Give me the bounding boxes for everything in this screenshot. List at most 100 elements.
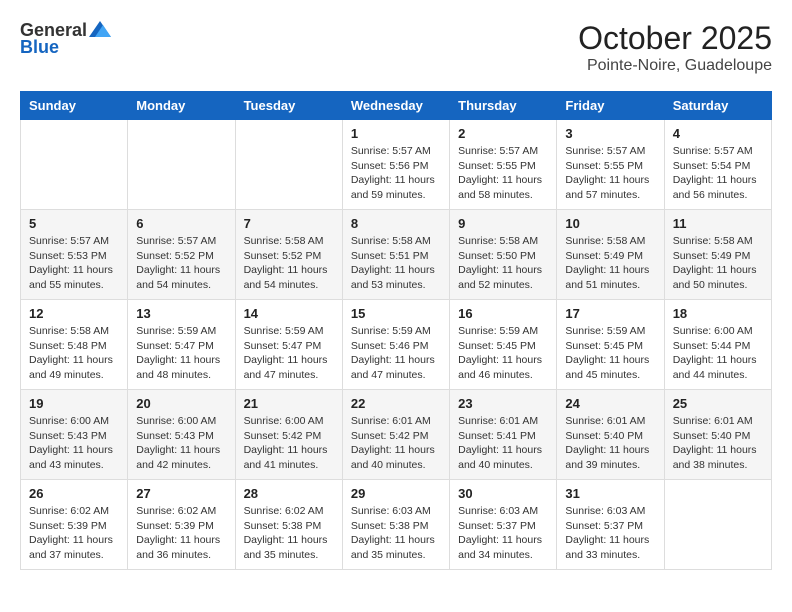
day-info: Sunrise: 6:00 AMSunset: 5:43 PMDaylight:…	[136, 414, 226, 473]
day-number: 7	[244, 216, 334, 231]
col-saturday: Saturday	[664, 92, 771, 120]
day-info: Sunrise: 5:58 AMSunset: 5:48 PMDaylight:…	[29, 324, 119, 383]
day-info: Sunrise: 6:02 AMSunset: 5:39 PMDaylight:…	[29, 504, 119, 563]
table-row: 24Sunrise: 6:01 AMSunset: 5:40 PMDayligh…	[557, 390, 664, 480]
day-info: Sunrise: 5:57 AMSunset: 5:56 PMDaylight:…	[351, 144, 441, 203]
logo: General Blue	[20, 20, 111, 58]
month-title: October 2025	[578, 20, 772, 57]
table-row: 16 Sunrise: 5:59 AMSunset: 5:45 PMDayligh…	[450, 300, 557, 390]
day-info: Sunrise: 5:59 AMSunset: 5:45 PMDaylight:…	[458, 324, 548, 383]
day-info: Sunrise: 6:00 AMSunset: 5:42 PMDaylight:…	[244, 414, 334, 473]
table-row: 3Sunrise: 5:57 AMSunset: 5:55 PMDaylight…	[557, 120, 664, 210]
logo-icon	[89, 19, 111, 39]
day-number: 23	[458, 396, 548, 411]
logo-blue-text: Blue	[20, 37, 59, 58]
day-number: 2	[458, 126, 548, 141]
table-row	[664, 480, 771, 570]
table-row: 5 Sunrise: 5:57 AMSunset: 5:53 PMDaylight…	[21, 210, 128, 300]
table-row: 23 Sunrise: 6:01 AMSunset: 5:41 PMDayligh…	[450, 390, 557, 480]
table-row: 19 Sunrise: 6:00 AMSunset: 5:43 PMDayligh…	[21, 390, 128, 480]
page-header: General Blue October 2025 Pointe-Noire, …	[20, 20, 772, 75]
day-info: Sunrise: 5:58 AMSunset: 5:49 PMDaylight:…	[565, 234, 655, 293]
day-number: 15	[351, 306, 441, 321]
table-row	[235, 120, 342, 210]
day-info: Sunrise: 5:57 AMSunset: 5:52 PMDaylight:…	[136, 234, 226, 293]
day-number: 30	[458, 486, 548, 501]
day-info: Sunrise: 5:58 AMSunset: 5:49 PMDaylight:…	[673, 234, 763, 293]
day-number: 3	[565, 126, 655, 141]
day-info: Sunrise: 5:57 AMSunset: 5:54 PMDaylight:…	[673, 144, 763, 203]
day-info: Sunrise: 6:00 AMSunset: 5:43 PMDaylight:…	[29, 414, 119, 473]
table-row: 20 Sunrise: 6:00 AMSunset: 5:43 PMDayligh…	[128, 390, 235, 480]
day-info: Sunrise: 6:01 AMSunset: 5:41 PMDaylight:…	[458, 414, 548, 473]
day-number: 4	[673, 126, 763, 141]
day-number: 6	[136, 216, 226, 231]
day-info: Sunrise: 6:01 AMSunset: 5:40 PMDaylight:…	[565, 414, 655, 473]
table-row: 18 Sunrise: 6:00 AMSunset: 5:44 PMDayligh…	[664, 300, 771, 390]
day-number: 16	[458, 306, 548, 321]
table-row: 4 Sunrise: 5:57 AMSunset: 5:54 PMDaylight…	[664, 120, 771, 210]
day-number: 13	[136, 306, 226, 321]
table-row: 15Sunrise: 5:59 AMSunset: 5:46 PMDayligh…	[342, 300, 449, 390]
day-number: 29	[351, 486, 441, 501]
table-row: 6 Sunrise: 5:57 AMSunset: 5:52 PMDaylight…	[128, 210, 235, 300]
calendar-week-row: 5 Sunrise: 5:57 AMSunset: 5:53 PMDaylight…	[21, 210, 772, 300]
day-number: 12	[29, 306, 119, 321]
table-row: 14 Sunrise: 5:59 AMSunset: 5:47 PMDayligh…	[235, 300, 342, 390]
table-row: 25Sunrise: 6:01 AMSunset: 5:40 PMDayligh…	[664, 390, 771, 480]
day-info: Sunrise: 6:02 AMSunset: 5:39 PMDaylight:…	[136, 504, 226, 563]
day-number: 22	[351, 396, 441, 411]
table-row: 31 Sunrise: 6:03 AMSunset: 5:37 PMDayligh…	[557, 480, 664, 570]
table-row: 17Sunrise: 5:59 AMSunset: 5:45 PMDayligh…	[557, 300, 664, 390]
table-row: 12 Sunrise: 5:58 AMSunset: 5:48 PMDayligh…	[21, 300, 128, 390]
day-number: 17	[565, 306, 655, 321]
table-row: 1 Sunrise: 5:57 AMSunset: 5:56 PMDaylight…	[342, 120, 449, 210]
calendar-week-row: 12 Sunrise: 5:58 AMSunset: 5:48 PMDayligh…	[21, 300, 772, 390]
table-row: 26 Sunrise: 6:02 AMSunset: 5:39 PMDayligh…	[21, 480, 128, 570]
col-wednesday: Wednesday	[342, 92, 449, 120]
day-number: 1	[351, 126, 441, 141]
calendar-header-row: Sunday Monday Tuesday Wednesday Thursday…	[21, 92, 772, 120]
day-number: 27	[136, 486, 226, 501]
day-number: 20	[136, 396, 226, 411]
day-number: 5	[29, 216, 119, 231]
table-row: 2 Sunrise: 5:57 AMSunset: 5:55 PMDaylight…	[450, 120, 557, 210]
day-info: Sunrise: 5:57 AMSunset: 5:55 PMDaylight:…	[458, 144, 548, 203]
table-row: 8 Sunrise: 5:58 AMSunset: 5:51 PMDaylight…	[342, 210, 449, 300]
table-row: 29 Sunrise: 6:03 AMSunset: 5:38 PMDayligh…	[342, 480, 449, 570]
table-row: 9 Sunrise: 5:58 AMSunset: 5:50 PMDaylight…	[450, 210, 557, 300]
col-sunday: Sunday	[21, 92, 128, 120]
table-row: 11 Sunrise: 5:58 AMSunset: 5:49 PMDayligh…	[664, 210, 771, 300]
day-info: Sunrise: 6:03 AMSunset: 5:37 PMDaylight:…	[565, 504, 655, 563]
table-row	[128, 120, 235, 210]
day-number: 25	[673, 396, 763, 411]
col-tuesday: Tuesday	[235, 92, 342, 120]
day-info: Sunrise: 6:01 AMSunset: 5:42 PMDaylight:…	[351, 414, 441, 473]
day-info: Sunrise: 5:58 AMSunset: 5:50 PMDaylight:…	[458, 234, 548, 293]
table-row: 30Sunrise: 6:03 AMSunset: 5:37 PMDayligh…	[450, 480, 557, 570]
table-row: 22 Sunrise: 6:01 AMSunset: 5:42 PMDayligh…	[342, 390, 449, 480]
table-row: 7Sunrise: 5:58 AMSunset: 5:52 PMDaylight…	[235, 210, 342, 300]
day-info: Sunrise: 5:58 AMSunset: 5:51 PMDaylight:…	[351, 234, 441, 293]
day-number: 31	[565, 486, 655, 501]
day-number: 11	[673, 216, 763, 231]
calendar-week-row: 19 Sunrise: 6:00 AMSunset: 5:43 PMDayligh…	[21, 390, 772, 480]
calendar-table: Sunday Monday Tuesday Wednesday Thursday…	[20, 91, 772, 570]
day-number: 21	[244, 396, 334, 411]
day-number: 19	[29, 396, 119, 411]
table-row	[21, 120, 128, 210]
day-number: 18	[673, 306, 763, 321]
day-number: 8	[351, 216, 441, 231]
day-info: Sunrise: 6:03 AMSunset: 5:38 PMDaylight:…	[351, 504, 441, 563]
table-row: 28Sunrise: 6:02 AMSunset: 5:38 PMDayligh…	[235, 480, 342, 570]
day-number: 9	[458, 216, 548, 231]
col-friday: Friday	[557, 92, 664, 120]
calendar-week-row: 1 Sunrise: 5:57 AMSunset: 5:56 PMDaylight…	[21, 120, 772, 210]
day-info: Sunrise: 5:57 AMSunset: 5:53 PMDaylight:…	[29, 234, 119, 293]
day-number: 14	[244, 306, 334, 321]
day-number: 26	[29, 486, 119, 501]
table-row: 27 Sunrise: 6:02 AMSunset: 5:39 PMDayligh…	[128, 480, 235, 570]
day-info: Sunrise: 5:59 AMSunset: 5:47 PMDaylight:…	[244, 324, 334, 383]
day-info: Sunrise: 6:00 AMSunset: 5:44 PMDaylight:…	[673, 324, 763, 383]
day-info: Sunrise: 5:59 AMSunset: 5:47 PMDaylight:…	[136, 324, 226, 383]
